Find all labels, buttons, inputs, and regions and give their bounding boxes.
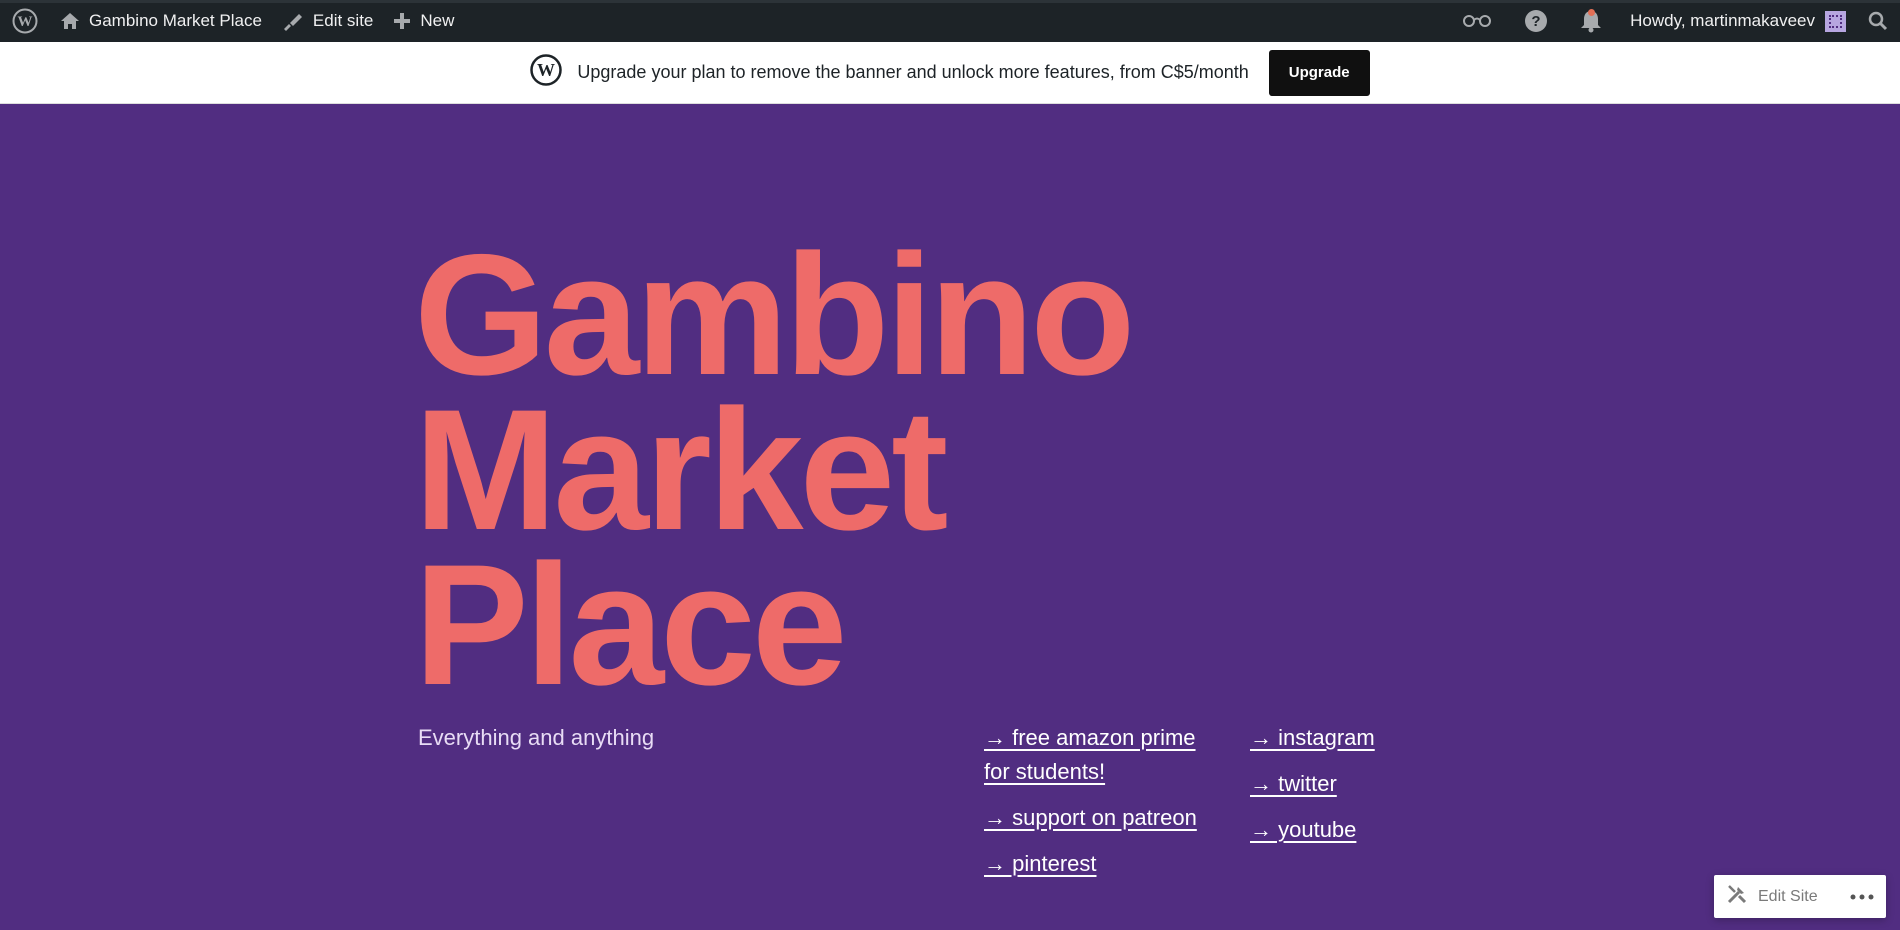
site-tagline: Everything and anything [418,725,655,750]
edit-site-link[interactable]: Edit site [272,0,383,42]
svg-text:W: W [18,14,33,30]
link-support-patreon[interactable]: → support on patreon [984,805,1197,830]
wordpress-menu[interactable]: W [0,0,50,42]
admin-bar: W Gambino Market Place Edit site New ? H… [0,0,1900,42]
link-youtube[interactable]: → youtube [1250,817,1356,842]
links-column-2: → instagram → twitter → youtube [1250,721,1450,859]
reader-button[interactable] [1446,0,1508,42]
list-item: → instagram [1250,721,1450,755]
list-item: → free amazon prime for students! [984,721,1214,789]
wordpress-logo-icon: W [530,54,563,91]
site-title-line-3: Place [414,529,847,721]
new-label: New [420,11,455,30]
new-content-link[interactable]: New [383,0,464,42]
svg-text:?: ? [1532,13,1541,30]
link-twitter[interactable]: → twitter [1250,771,1337,796]
upgrade-message: Upgrade your plan to remove the banner a… [577,62,1249,82]
wordpress-icon: W [12,8,38,34]
site-name-link[interactable]: Gambino Market Place [50,0,272,42]
avatar [1825,10,1846,32]
edit-site-widget: Edit Site [1714,875,1886,918]
site-title-line-2: Market [414,374,948,566]
link-instagram[interactable]: → instagram [1250,725,1375,750]
more-options-icon[interactable] [1850,894,1874,900]
upgrade-banner: W Upgrade your plan to remove the banner… [0,42,1900,104]
upgrade-button[interactable]: Upgrade [1268,49,1370,96]
edit-site-label: Edit site [312,11,374,30]
svg-text:W: W [537,60,555,80]
notifications-button[interactable] [1564,0,1618,42]
admin-bar-right: ? Howdy, martinmakaveev [1446,0,1900,42]
search-icon [1868,11,1888,31]
account-menu[interactable]: Howdy, martinmakaveev [1618,0,1856,42]
link-pinterest[interactable]: → pinterest [984,851,1097,876]
admin-bar-left: W Gambino Market Place Edit site New [0,0,464,42]
reader-glasses-icon [1462,14,1492,28]
search-button[interactable] [1856,0,1900,42]
plus-icon [393,12,411,30]
list-item: → youtube [1250,813,1450,847]
tools-icon [1726,883,1748,910]
edit-site-button[interactable]: Edit Site [1726,883,1818,910]
site-title-line-1: Gambino [414,219,1135,411]
link-free-amazon-prime[interactable]: → free amazon prime for students! [984,725,1196,784]
site-name-label: Gambino Market Place [89,11,262,30]
edit-site-widget-label: Edit Site [1758,887,1818,905]
list-item: → pinterest [984,847,1214,881]
howdy-label: Howdy, martinmakaveev [1630,11,1815,30]
home-icon [60,11,80,31]
list-item: → support on patreon [984,801,1214,835]
brush-icon [282,11,304,31]
site-title[interactable]: Gambino Market Place [414,219,1135,721]
links-column-1: → free amazon prime for students! → supp… [984,721,1214,893]
help-icon: ? [1524,9,1548,33]
help-button[interactable]: ? [1508,0,1564,42]
list-item: → twitter [1250,767,1450,801]
